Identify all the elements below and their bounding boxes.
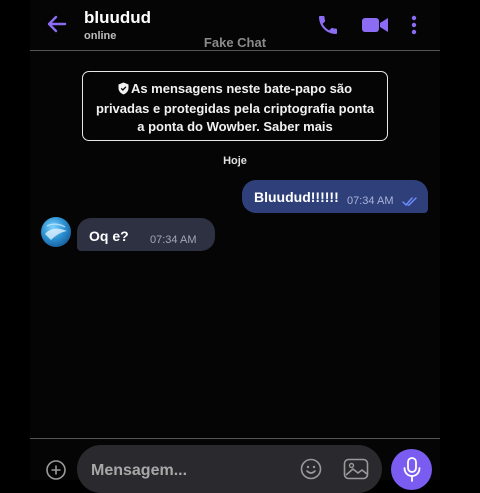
encryption-notice-text: As mensagens neste bate-papo são privada… xyxy=(95,81,375,134)
composer-divider xyxy=(30,438,440,439)
outgoing-message[interactable]: Bluudud!!!!!! 07:34 AM xyxy=(242,180,428,213)
chat-screen: bluudud online Fake Chat As mensagens ne… xyxy=(30,0,440,493)
shield-icon xyxy=(118,82,129,100)
watermark-title: Fake Chat xyxy=(203,35,267,50)
microphone-icon xyxy=(403,457,421,482)
encryption-notice[interactable]: As mensagens neste bate-papo são privada… xyxy=(82,71,388,141)
phone-icon[interactable] xyxy=(316,13,340,37)
message-time: 07:34 AM xyxy=(150,234,197,246)
emoji-icon[interactable] xyxy=(300,458,322,485)
message-text: Oq e? xyxy=(89,228,129,244)
message-composer xyxy=(77,445,382,493)
message-text: Bluudud!!!!!! xyxy=(254,189,339,205)
contact-name[interactable]: bluudud xyxy=(84,8,151,28)
read-ticks-icon xyxy=(402,194,418,212)
back-arrow-icon[interactable] xyxy=(46,13,68,35)
message-input[interactable] xyxy=(89,458,283,484)
message-time: 07:34 AM xyxy=(347,195,394,207)
video-camera-icon[interactable] xyxy=(361,13,389,37)
plus-circle-icon[interactable] xyxy=(45,459,67,481)
avatar[interactable] xyxy=(41,217,71,247)
date-separator: Hoje xyxy=(223,155,247,167)
incoming-message[interactable]: Oq e? 07:34 AM xyxy=(77,218,215,251)
mic-button[interactable] xyxy=(391,449,432,490)
chat-header: bluudud online Fake Chat xyxy=(30,0,440,50)
more-vertical-icon[interactable] xyxy=(406,13,422,37)
header-divider xyxy=(30,50,440,51)
image-icon[interactable] xyxy=(343,458,369,485)
